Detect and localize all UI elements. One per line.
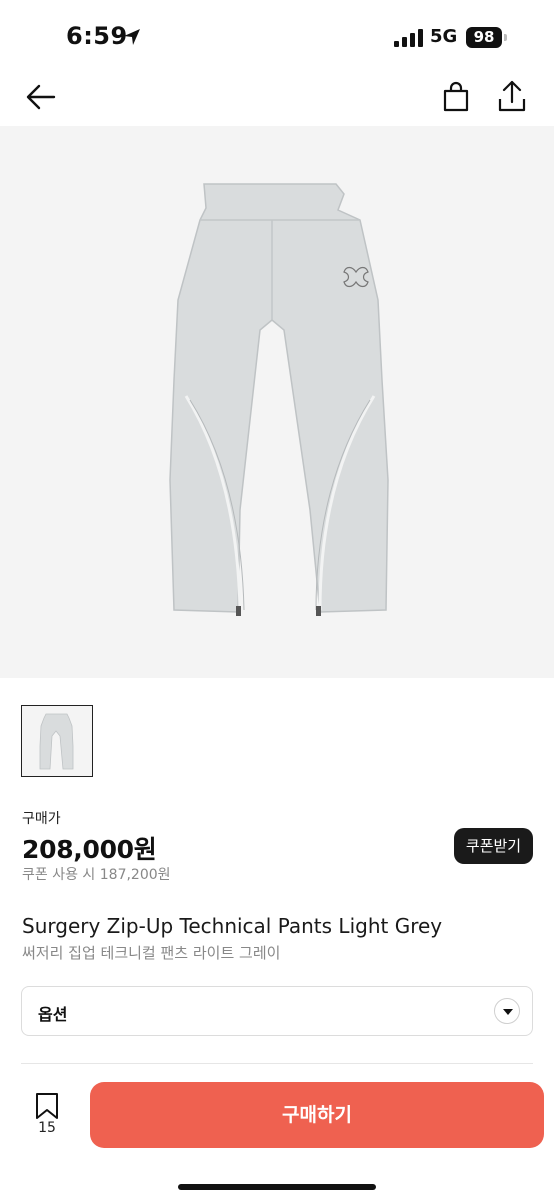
- network-type: 5G: [430, 26, 458, 47]
- option-label: 옵션: [38, 1005, 68, 1024]
- status-bar: 6:59 5G 98: [0, 0, 554, 70]
- bookmark-icon: [36, 1093, 58, 1119]
- bookmark-count: 15: [38, 1120, 56, 1136]
- price: 208,000원: [22, 835, 157, 864]
- location-arrow-icon: [124, 29, 140, 45]
- thumbnail-image: [39, 713, 74, 770]
- arrow-left-icon[interactable]: [24, 82, 58, 112]
- bottom-action-bar: 15 구매하기: [0, 1072, 554, 1200]
- bookmark-button[interactable]: 15: [30, 1092, 64, 1144]
- option-select[interactable]: 옵션: [21, 986, 533, 1036]
- product-name-kr: 써저리 집업 테크니컬 팬츠 라이트 그레이: [22, 944, 281, 962]
- nav-bar: [0, 70, 554, 126]
- signal-icon: [394, 29, 423, 47]
- product-image[interactable]: [0, 126, 554, 678]
- shopping-bag-icon[interactable]: [440, 81, 472, 113]
- price-label: 구매가: [22, 811, 61, 827]
- product-thumbnail[interactable]: [21, 705, 93, 777]
- pants-illustration: [169, 183, 389, 616]
- divider: [21, 1063, 533, 1064]
- coupon-button[interactable]: 쿠폰받기: [454, 828, 533, 864]
- chevron-down-icon: [494, 998, 520, 1024]
- battery-level: 98: [466, 27, 502, 48]
- share-icon[interactable]: [496, 79, 528, 113]
- home-indicator: [178, 1184, 376, 1190]
- battery-tip: [504, 34, 507, 41]
- coupon-price: 쿠폰 사용 시 187,200원: [22, 867, 171, 883]
- status-time: 6:59: [66, 22, 128, 50]
- buy-button[interactable]: 구매하기: [90, 1082, 544, 1148]
- product-name: Surgery Zip-Up Technical Pants Light Gre…: [22, 914, 443, 938]
